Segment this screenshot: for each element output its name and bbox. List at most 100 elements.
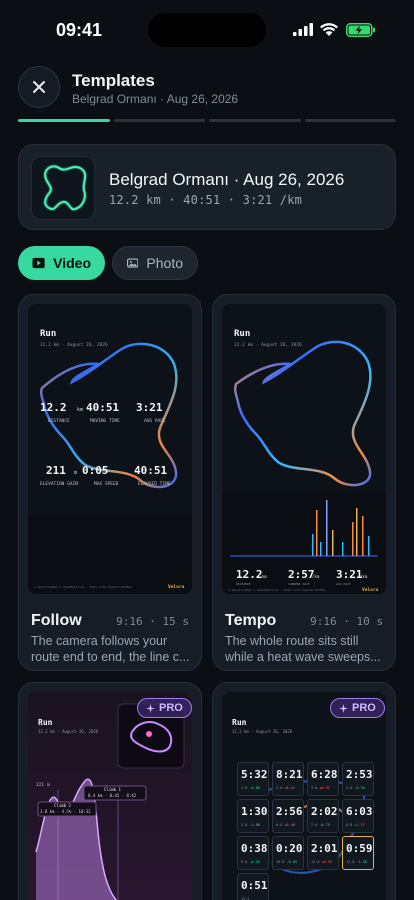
split-km: 1.0	[241, 786, 248, 790]
split-km: 8.0	[346, 823, 353, 827]
split-sub: 9.0 -0.26	[241, 860, 260, 864]
stat-value: 40:51	[134, 464, 167, 477]
stat-label: DISTANCE	[236, 582, 251, 586]
route-thumbnail	[31, 156, 95, 220]
map-attribution: © OpenFreeMap © OpenMapTiles · Data from…	[228, 588, 326, 592]
template-description: The camera follows your route end to end…	[31, 634, 190, 664]
stat-unit: /km	[360, 574, 368, 579]
cellular-signal-icon	[293, 23, 313, 36]
split-tile: 6:03 8.0 +1.27	[342, 799, 374, 833]
preview-date: 12.2 km · August 26, 2026	[232, 729, 293, 734]
preview-sport: Run	[232, 718, 247, 727]
split-delta: -0.75	[319, 823, 330, 827]
template-meta: 9:16 · 15 s	[116, 615, 189, 628]
split-pace: 0:38	[241, 842, 268, 855]
pro-badge-label: PRO	[352, 702, 376, 714]
split-delta: -0.26	[249, 860, 260, 864]
progress-step	[304, 119, 396, 122]
split-tile: 8:21 2.0 +0.41	[272, 762, 304, 796]
split-pace: 5:32	[241, 768, 268, 781]
brand-mark: Velora	[362, 587, 379, 593]
photo-tab[interactable]: Photo	[112, 246, 198, 280]
stat-value: 40:51	[86, 401, 119, 414]
template-card-tempo[interactable]: Run 12.2 km · August 26, 2026 12.2 km 2:…	[212, 294, 396, 671]
status-time: 09:41	[56, 20, 103, 40]
split-km: 6.0	[276, 823, 283, 827]
stat-label: DISTANCE	[48, 418, 70, 424]
preview-sport: Run	[40, 329, 56, 339]
pro-badge-label: PRO	[159, 702, 183, 714]
stat-value: 0:05	[82, 464, 109, 477]
split-delta: +0.41	[284, 786, 295, 790]
progress-step	[113, 119, 205, 122]
stat-unit: km	[77, 407, 83, 413]
split-km: 4.0	[346, 786, 353, 790]
split-pace: 2:01	[311, 842, 338, 855]
split-pace: 2:56	[276, 805, 303, 818]
stat-value: 12.2	[40, 401, 67, 414]
split-pace: 6:03	[346, 805, 373, 818]
split-tile: 0:20 10.0 -0.05	[272, 836, 304, 870]
split-delta: +1.27	[354, 823, 365, 827]
split-sub: 10.0 -0.05	[276, 860, 297, 864]
dynamic-island	[148, 13, 266, 47]
split-km: 2.0	[276, 786, 283, 790]
close-button[interactable]	[18, 66, 60, 108]
split-km: 5.0	[241, 823, 248, 827]
split-delta: +0.31	[319, 786, 330, 790]
split-sub: 8.0 +1.27	[346, 823, 365, 827]
split-sub: 2.0 +0.41	[276, 786, 295, 790]
battery-charging-icon	[346, 23, 375, 37]
route-summary-card: Belgrad Ormanı · Aug 26, 2026 12.2 km · …	[18, 144, 396, 230]
split-pace: 2:53	[346, 768, 373, 781]
route-stats: 12.2 km · 40:51 · 3:21 /km	[109, 193, 303, 207]
split-km: 7.0	[311, 823, 318, 827]
split-sub: 7.0 -0.75	[311, 823, 330, 827]
split-pace: 8:21	[276, 768, 303, 781]
split-tile: 2:53 4.0 -0.34	[342, 762, 374, 796]
preview-sport: Run	[38, 718, 53, 727]
stat-label: AVG PACE	[144, 418, 166, 424]
page-subtitle: Belgrad Ormanı · Aug 26, 2026	[72, 92, 239, 106]
video-tab[interactable]: Video	[18, 246, 105, 280]
stat-value: 211	[46, 464, 66, 477]
template-aspect: 9:16	[310, 615, 337, 628]
split-sub: 12.0 -1.56	[346, 860, 367, 864]
template-name: Follow	[31, 612, 82, 629]
split-tile: 0:51 12.2	[237, 873, 269, 900]
photo-icon	[127, 258, 139, 268]
preview-sport: Run	[234, 329, 250, 339]
split-pace: 0:51	[241, 879, 268, 892]
split-km: 11.0	[311, 860, 320, 864]
template-name: Tempo	[225, 612, 277, 629]
callout-text: 0.4 km · 0.45 · 0:42	[88, 793, 137, 798]
split-sub: 4.0 -0.34	[346, 786, 365, 790]
map-attribution: © OpenFreeMap © OpenMapTiles · Data from…	[34, 585, 132, 589]
template-preview: Run 12.2 km · August 26, 2026 5:32 1.0 -0.…	[222, 692, 386, 900]
split-sub: 5.0 -1.06	[241, 823, 260, 827]
split-tile: 0:38 9.0 -0.26	[237, 836, 269, 870]
top-header: Templates Belgrad Ormanı · Aug 26, 2026	[0, 62, 414, 122]
stat-value: 2:57	[288, 568, 315, 581]
callout-title: Climb 1	[104, 787, 121, 792]
split-sub: 6.0 +0.40	[276, 823, 295, 827]
split-sub: 11.0 +0.15	[311, 860, 332, 864]
split-delta: -0.34	[354, 786, 365, 790]
split-pace: 1:30	[241, 805, 268, 818]
split-sub: 3.0 +0.31	[311, 786, 330, 790]
template-card-splits[interactable]: Run 12.2 km · August 26, 2026 5:32 1.0 -0.…	[212, 682, 396, 900]
split-tile: 1:30 5.0 -1.06	[237, 799, 269, 833]
photo-tab-label: Photo	[146, 255, 183, 271]
route-shape-icon	[43, 164, 88, 212]
stat-label: MOVING TIME	[90, 418, 120, 424]
brand-mark: Velora	[168, 584, 185, 590]
template-card-elevation[interactable]: Run 12.2 km · August 26, 2026 221 m Clim…	[18, 682, 202, 900]
split-tile: 6:28 3.0 +0.31	[307, 762, 339, 796]
stat-value: 3:21	[136, 401, 163, 414]
stat-label: AVG PACE	[336, 582, 351, 586]
step-progress	[18, 119, 396, 122]
split-delta: -0.06	[249, 786, 260, 790]
page-title: Templates	[72, 71, 155, 90]
split-tile: 2:01 11.0 +0.15	[307, 836, 339, 870]
template-card-follow[interactable]: Run 12.2 km · August 26, 2026 12.2 km 40…	[18, 294, 202, 671]
